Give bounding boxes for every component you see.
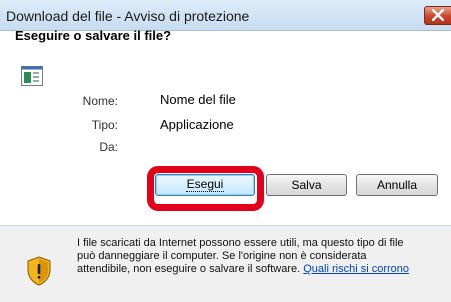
from-label: Da: <box>99 140 118 154</box>
type-value: Applicazione <box>160 117 234 132</box>
name-label: Nome: <box>82 94 118 108</box>
close-icon <box>432 9 444 21</box>
close-button[interactable] <box>424 6 451 25</box>
security-shield-icon <box>27 256 51 286</box>
cancel-button-label: Annulla <box>376 178 418 192</box>
run-button-label: Esegui <box>185 177 225 192</box>
save-button[interactable]: Salva <box>266 174 347 196</box>
application-file-icon <box>21 66 43 86</box>
warning-line-3: attendibile, non eseguire o salvare il s… <box>77 263 443 276</box>
run-button[interactable]: Esegui <box>155 174 255 196</box>
risks-link[interactable]: Quali rischi si corrono <box>303 263 409 275</box>
warning-line-3-text: attendibile, non eseguire o salvare il s… <box>77 263 304 275</box>
window-title: Download del file - Avviso di protezione <box>6 8 250 24</box>
save-button-label: Salva <box>291 178 322 192</box>
warning-line-1: I file scaricati da Internet possono ess… <box>77 237 404 249</box>
dialog-heading: Eseguire o salvare il file? <box>15 28 172 43</box>
warning-line-2: può danneggiare il computer. Se l'origin… <box>77 250 367 262</box>
name-value: Nome del file <box>160 92 236 107</box>
type-label: Tipo: <box>91 118 118 132</box>
title-bar: Download del file - Avviso di protezione <box>0 0 451 31</box>
warning-text: I file scaricati da Internet possono ess… <box>77 237 443 276</box>
cancel-button[interactable]: Annulla <box>356 174 438 196</box>
